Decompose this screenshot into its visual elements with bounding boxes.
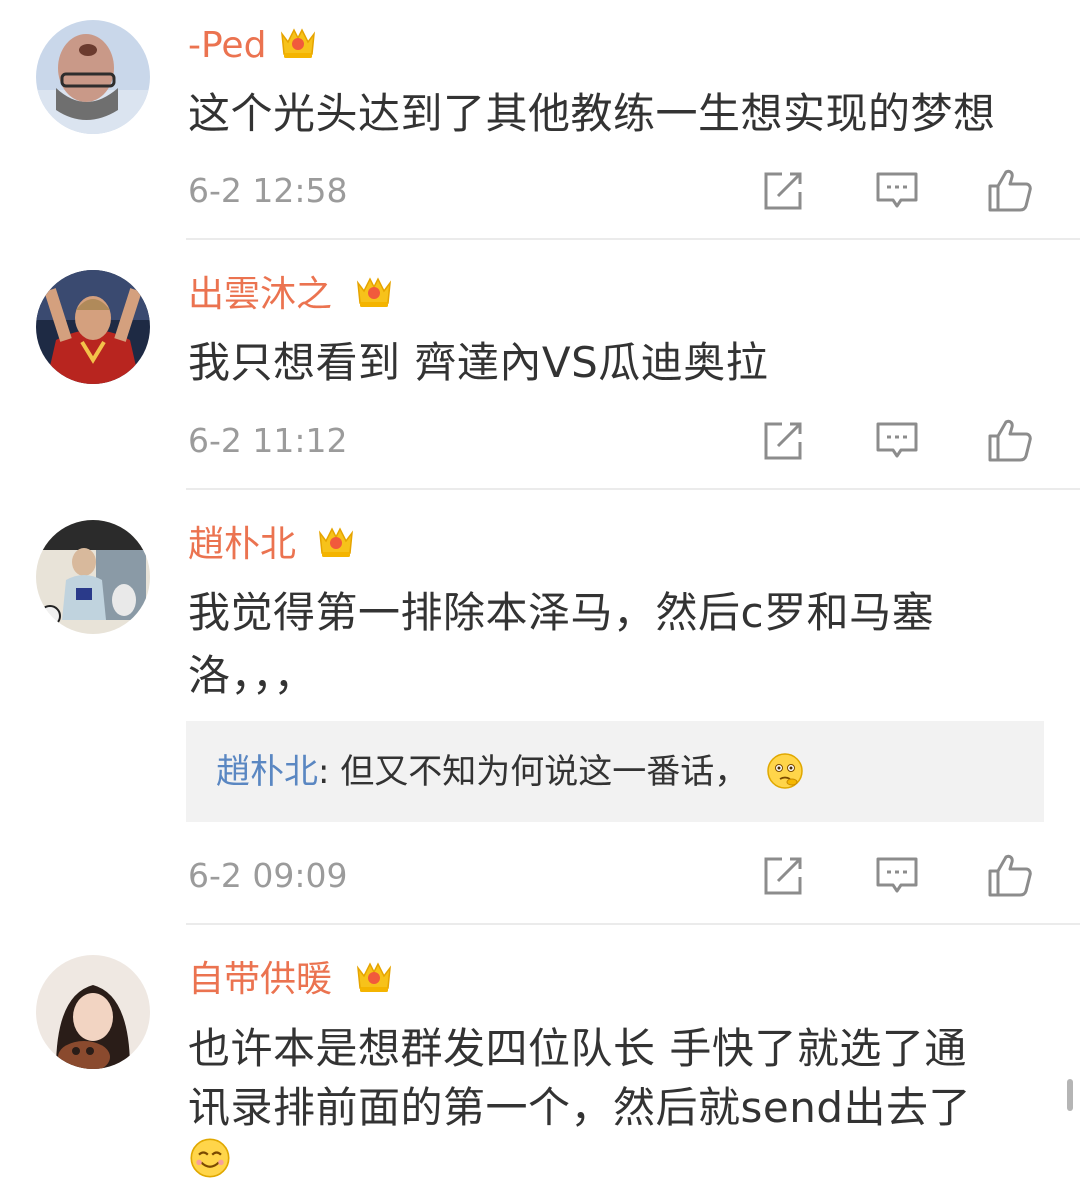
vip-crown-icon xyxy=(352,954,396,998)
scrollbar[interactable] xyxy=(1067,1079,1073,1111)
comment-text-line: 也许本是想群发四位队长 手快了就选了通 xyxy=(188,1024,967,1073)
username[interactable]: 自带供暖 xyxy=(188,958,332,1002)
smile-emoji xyxy=(188,1136,232,1180)
comment-text-line: 讯录排前面的第一个，然后就send出去了 xyxy=(188,1083,972,1132)
comment-item: 自带供暖 也许本是想群发四位队长 手快了就选了通 讯录排前面的第一个，然后就se… xyxy=(0,0,1080,1184)
avatar[interactable] xyxy=(36,955,150,1069)
